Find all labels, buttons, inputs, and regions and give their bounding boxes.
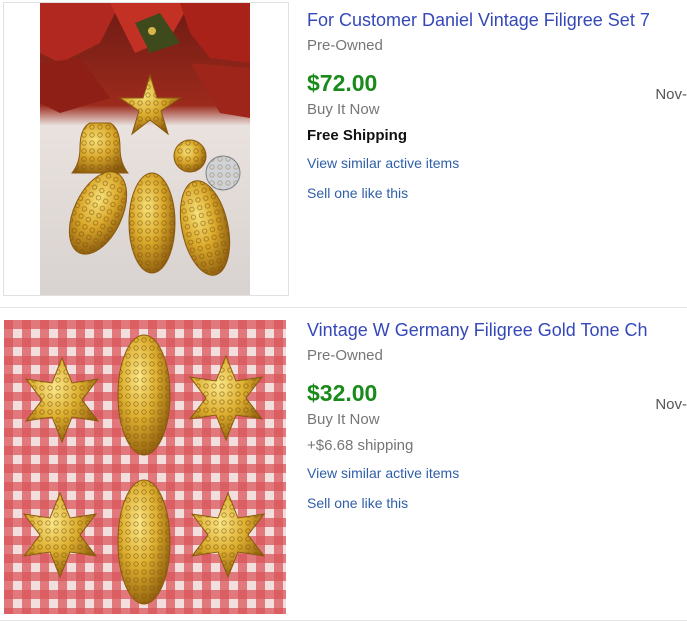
- purchase-format: Buy It Now: [307, 101, 380, 118]
- shipping-info: +$6.68 shipping: [307, 437, 414, 454]
- view-similar-link[interactable]: View similar active items: [307, 154, 687, 172]
- condition-label: Pre-Owned: [307, 37, 383, 54]
- listing-details: Vintage W Germany Filigree Gold Tone Ch …: [307, 318, 687, 512]
- sold-date: Nov-: [655, 86, 687, 103]
- listing-title-link[interactable]: Vintage W Germany Filigree Gold Tone Ch: [307, 318, 687, 342]
- listing-divider: [0, 620, 687, 621]
- sold-date: Nov-: [655, 396, 687, 413]
- listing-title-link[interactable]: For Customer Daniel Vintage Filigree Set…: [307, 8, 687, 32]
- listing-item: For Customer Daniel Vintage Filigree Set…: [0, 0, 687, 305]
- listing-item: Vintage W Germany Filigree Gold Tone Ch …: [0, 310, 687, 620]
- listing-divider: [0, 307, 687, 308]
- ornament-photo[interactable]: [40, 3, 250, 295]
- price: $72.00: [307, 70, 378, 96]
- price: $32.00: [307, 380, 378, 406]
- purchase-format: Buy It Now: [307, 411, 380, 428]
- condition-label: Pre-Owned: [307, 347, 383, 364]
- sell-one-like-this-link[interactable]: Sell one like this: [307, 184, 687, 202]
- listing-thumbnail[interactable]: [4, 320, 288, 614]
- listing-details: For Customer Daniel Vintage Filigree Set…: [307, 8, 687, 202]
- listing-thumbnail[interactable]: [3, 2, 289, 296]
- view-similar-link[interactable]: View similar active items: [307, 464, 687, 482]
- ornament-photo[interactable]: [4, 320, 286, 614]
- sell-one-like-this-link[interactable]: Sell one like this: [307, 494, 687, 512]
- shipping-info: Free Shipping: [307, 127, 408, 144]
